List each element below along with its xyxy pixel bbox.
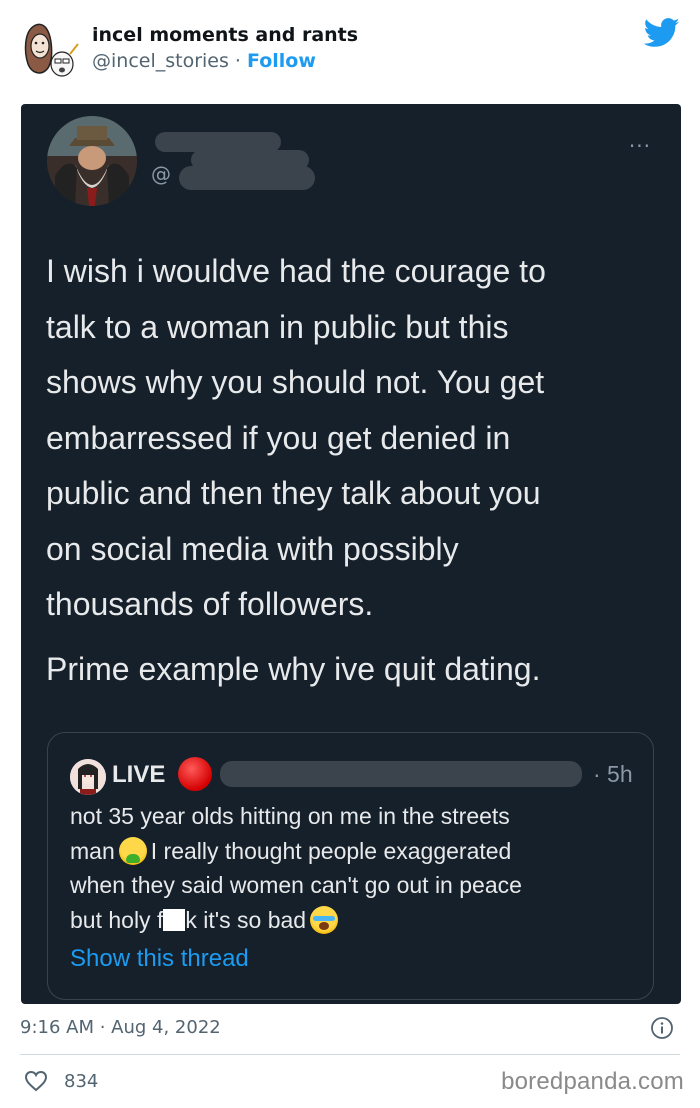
quote-text: k it's so bad	[185, 906, 307, 933]
footer-divider	[20, 1054, 680, 1055]
tweet-line: embarressed if you get denied in	[46, 419, 511, 456]
follow-button[interactable]: Follow	[247, 50, 316, 72]
tweet-line: thousands of followers.	[46, 586, 374, 622]
screenshot-tweet-text: I wish i wouldve had the courage to talk…	[46, 244, 666, 633]
boredpanda-watermark: boredpanda.com	[501, 1068, 684, 1095]
live-red-dot-icon	[178, 757, 212, 791]
account-avatar[interactable]	[20, 18, 82, 80]
quote-line: when they said women can't go out in pea…	[70, 872, 522, 898]
tweet-line: shows why you should not. You get	[46, 364, 545, 400]
screenshot-handle-at: @	[151, 162, 171, 186]
tweet-line: public and then they talk about you	[46, 475, 541, 511]
quote-text: I really thought people exaggerated	[150, 837, 512, 864]
quote-line: man I really thought people exaggerated	[70, 834, 640, 869]
show-thread-link: Show this thread	[70, 945, 249, 972]
redacted-handle	[179, 166, 315, 190]
quote-text: man	[70, 837, 115, 864]
quoted-tweet-card: LIVE · 5h not 35 year olds hitting on me…	[47, 732, 654, 1000]
censor-box	[163, 908, 186, 931]
quote-line: but holy f k it's so bad	[70, 903, 640, 938]
embedded-tweet-screenshot: @ ... I wish i wouldve had the courage t…	[21, 104, 681, 1004]
tweet-header: incel moments and rants @incel_stories ·…	[0, 0, 700, 100]
crying-face-emoji	[310, 905, 339, 934]
tweet-line: talk to a woman in public but this	[46, 308, 509, 345]
account-name[interactable]: incel moments and rants	[92, 24, 358, 46]
screenshot-user-avatar	[47, 116, 137, 206]
screenshot-tweet-closing: Prime example why ive quit dating.	[46, 651, 541, 687]
handle-separator: ·	[228, 50, 248, 72]
tweet-line: I wish i wouldve had the courage to	[46, 253, 546, 289]
quote-text: but holy f	[70, 906, 164, 933]
redacted-quoted-name	[220, 761, 582, 787]
like-count[interactable]: 834	[64, 1071, 98, 1092]
quote-line: not 35 year olds hitting on me in the st…	[70, 803, 510, 829]
redacted-display-name	[155, 132, 281, 152]
tweet-line: on social media with possibly	[46, 530, 459, 567]
tweet-timestamp[interactable]: 9:16 AM · Aug 4, 2022	[20, 1017, 221, 1038]
heart-icon[interactable]	[24, 1070, 48, 1092]
info-icon[interactable]	[650, 1016, 674, 1040]
quoted-tweet-time: · 5h	[593, 761, 633, 787]
handle-row: @incel_stories · Follow	[92, 50, 316, 72]
nauseated-face-emoji	[118, 836, 147, 865]
account-handle[interactable]: @incel_stories	[92, 50, 229, 72]
quoted-tweet-body: not 35 year olds hitting on me in the st…	[70, 799, 640, 937]
live-label: LIVE	[112, 761, 166, 788]
more-icon: ...	[628, 128, 651, 152]
quoted-user-avatar	[70, 759, 106, 795]
twitter-bird-icon[interactable]	[644, 18, 680, 48]
